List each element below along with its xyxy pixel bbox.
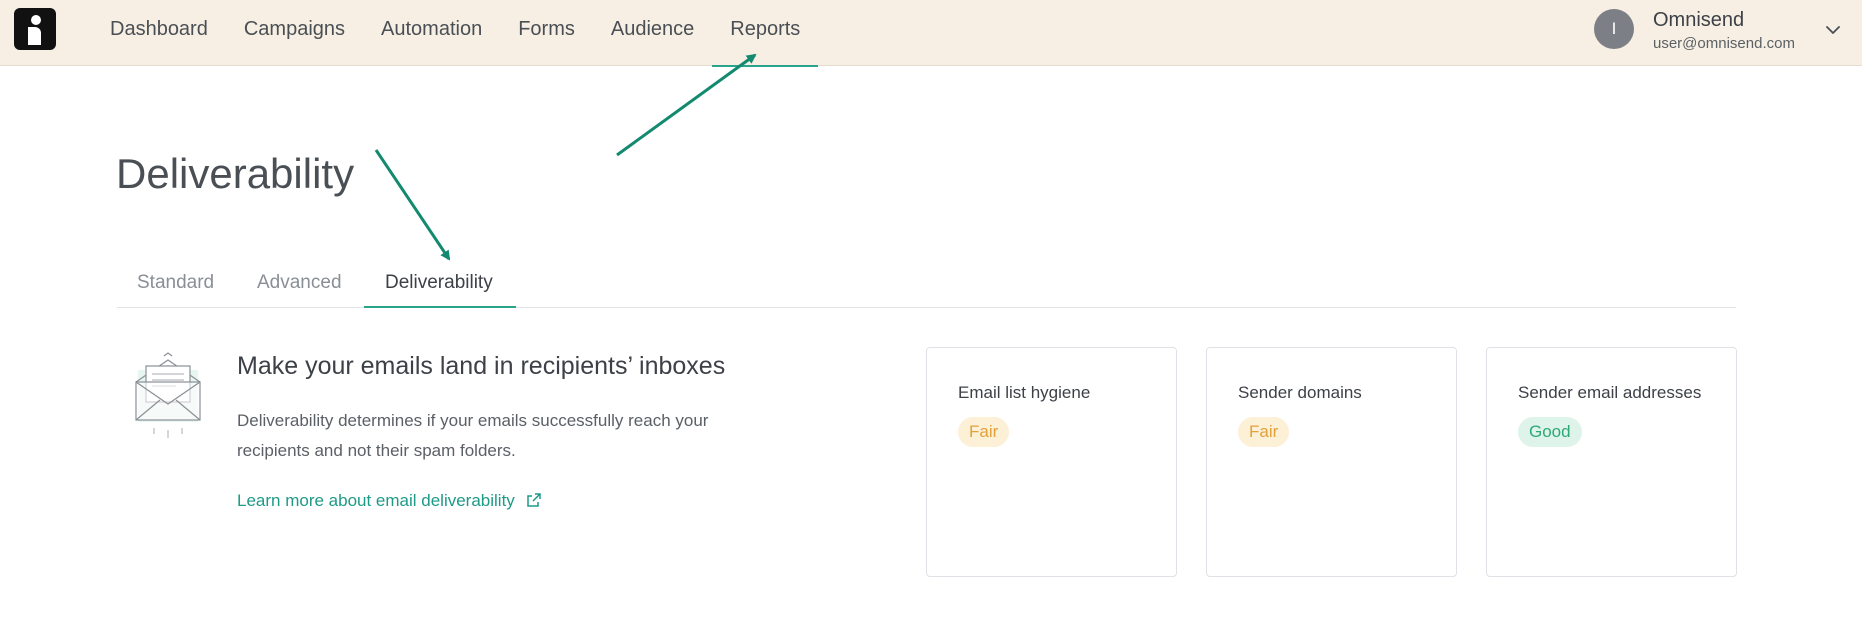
report-tabs: Standard Advanced Deliverability bbox=[117, 262, 1736, 308]
avatar: I bbox=[1594, 9, 1634, 49]
tab-standard[interactable]: Standard bbox=[137, 272, 214, 294]
account-email: user@omnisend.com bbox=[1653, 35, 1795, 52]
card-title: Sender email addresses bbox=[1518, 383, 1702, 402]
nav-item-forms[interactable]: Forms bbox=[500, 0, 593, 66]
nav-item-automation[interactable]: Automation bbox=[363, 0, 500, 66]
learn-more-link-label: Learn more about email deliverability bbox=[237, 491, 515, 510]
main-nav: Dashboard Campaigns Automation Forms Aud… bbox=[92, 0, 819, 67]
arrow-to-reports bbox=[616, 53, 757, 157]
status-badge: Fair bbox=[1238, 417, 1290, 447]
intro-description: Deliverability determines if your emails… bbox=[237, 411, 709, 460]
chevron-down-icon[interactable] bbox=[1826, 23, 1840, 37]
card-sender-email-addresses[interactable]: Sender email addresses Good bbox=[1486, 347, 1737, 577]
card-email-list-hygiene[interactable]: Email list hygiene Fair bbox=[926, 347, 1177, 577]
logo-stem bbox=[28, 27, 41, 45]
card-title: Sender domains bbox=[1238, 383, 1362, 402]
tab-deliverability[interactable]: Deliverability bbox=[385, 272, 493, 294]
card-title: Email list hygiene bbox=[958, 383, 1091, 402]
nav-item-reports[interactable]: Reports bbox=[712, 0, 819, 67]
tab-advanced[interactable]: Advanced bbox=[257, 272, 342, 294]
active-tab-indicator bbox=[364, 306, 516, 308]
omnisend-logo[interactable] bbox=[14, 8, 56, 50]
top-navigation-bar: Dashboard Campaigns Automation Forms Aud… bbox=[0, 0, 1862, 67]
intro-title: Make your emails land in recipients’ inb… bbox=[237, 352, 726, 380]
status-badge: Fair bbox=[958, 417, 1010, 447]
learn-more-link[interactable]: Learn more about email deliverability bbox=[237, 491, 541, 511]
account-menu[interactable]: I Omnisend user@omnisend.com bbox=[1594, 9, 1854, 55]
envelope-illustration-icon bbox=[135, 352, 201, 438]
page-title: Deliverability bbox=[116, 150, 355, 197]
external-link-icon bbox=[527, 493, 541, 507]
account-name: Omnisend bbox=[1653, 9, 1745, 31]
logo-dot bbox=[31, 15, 41, 25]
nav-item-dashboard[interactable]: Dashboard bbox=[92, 0, 226, 66]
card-sender-domains[interactable]: Sender domains Fair bbox=[1206, 347, 1457, 577]
arrow-to-deliverability-tab bbox=[374, 149, 451, 261]
status-badge: Good bbox=[1518, 417, 1582, 447]
nav-item-audience[interactable]: Audience bbox=[593, 0, 712, 66]
nav-item-campaigns[interactable]: Campaigns bbox=[226, 0, 363, 66]
